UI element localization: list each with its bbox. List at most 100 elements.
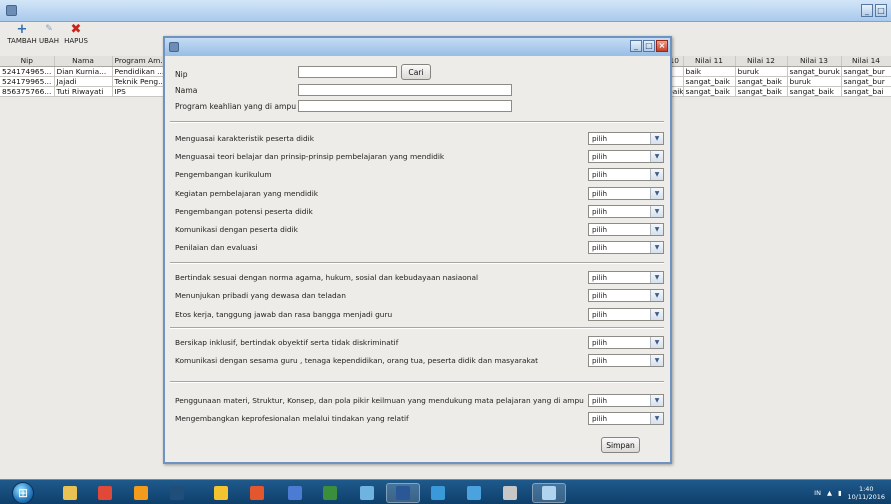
criteria-select[interactable]: pilih ▼ <box>588 132 664 145</box>
dialog-maximize-button[interactable]: □ <box>643 40 655 52</box>
clock[interactable]: 1:40 10/11/2016 <box>848 485 885 501</box>
nip-field[interactable] <box>298 66 397 78</box>
table-row[interactable]: baik buruk sangat_buruk sangat_bur <box>666 66 891 77</box>
criteria-select-value: pilih <box>592 310 608 319</box>
cari-button[interactable]: Cari <box>401 64 431 80</box>
col-header-program[interactable]: Program Am... <box>112 56 167 67</box>
taskbar-app-button[interactable] <box>457 483 491 503</box>
program-field[interactable] <box>298 100 512 112</box>
cell-nip[interactable]: 524179965... <box>0 76 55 87</box>
cell-nilai[interactable]: buruk <box>787 76 842 87</box>
dialog-title-bar[interactable]: _ □ × <box>165 38 670 56</box>
criteria-select[interactable]: pilih ▼ <box>588 187 664 200</box>
cell-nilai[interactable]: sangat_bur <box>841 66 891 77</box>
cell-nip[interactable]: 856375766... <box>0 86 55 97</box>
criteria-select-value: pilih <box>592 338 608 347</box>
table-row[interactable]: sangat_baik sangat_baik buruk sangat_bur <box>666 76 891 87</box>
tambah-button[interactable]: + TAMBAH <box>7 23 36 49</box>
criteria-select[interactable]: pilih ▼ <box>588 271 664 284</box>
taskbar-app-button[interactable] <box>204 483 238 503</box>
cell-nilai[interactable]: sangat_baik <box>683 86 736 97</box>
taskbar-app-button[interactable] <box>532 483 566 503</box>
criteria-select[interactable]: pilih ▼ <box>588 150 664 163</box>
table-row[interactable]: baik sangat_baik sangat_baik sangat_baik… <box>666 86 891 97</box>
network-icon[interactable]: ▮ <box>838 489 842 497</box>
criteria-select[interactable]: pilih ▼ <box>588 289 664 302</box>
dialog-minimize-button[interactable]: _ <box>630 40 642 52</box>
cell-nama[interactable]: Dian Kurnia... <box>54 66 113 77</box>
cell-nilai[interactable]: sangat_baik <box>735 76 788 87</box>
table-row[interactable]: 524174965... Dian Kurnia... Pendidikan .… <box>0 66 167 77</box>
cell-nama[interactable]: Tuti Riwayati <box>54 86 113 97</box>
chevron-down-icon[interactable]: ▼ <box>650 242 663 253</box>
col-header-nama[interactable]: Nama <box>54 56 113 67</box>
taskbar-app-button[interactable] <box>88 483 122 503</box>
taskbar-app-button[interactable] <box>350 483 384 503</box>
table-row[interactable]: 524179965... Jajadi Teknik Peng... <box>0 76 167 87</box>
chevron-down-icon[interactable]: ▼ <box>650 413 663 424</box>
taskbar-app-button[interactable] <box>421 483 455 503</box>
chevron-down-icon[interactable]: ▼ <box>650 395 663 406</box>
taskbar-app-button[interactable] <box>160 483 194 503</box>
start-button[interactable]: ⊞ <box>12 482 34 504</box>
tray-arrow-icon[interactable]: ▲ <box>827 489 832 497</box>
dialog-close-button[interactable]: × <box>656 40 668 52</box>
table-row[interactable]: 856375766... Tuti Riwayati IPS <box>0 86 167 97</box>
cell-program[interactable]: Pendidikan ... <box>112 66 167 77</box>
taskbar-app-button[interactable] <box>53 483 87 503</box>
chevron-down-icon[interactable]: ▼ <box>650 290 663 301</box>
cell-nama[interactable]: Jajadi <box>54 76 113 87</box>
language-indicator[interactable]: IN <box>814 489 821 497</box>
cell-nip[interactable]: 524174965... <box>0 66 55 77</box>
maximize-button[interactable]: □ <box>875 4 887 17</box>
cell-nilai[interactable]: sangat_buruk <box>787 66 842 77</box>
cell-program[interactable]: IPS <box>112 86 167 97</box>
chevron-down-icon[interactable]: ▼ <box>650 272 663 283</box>
chevron-down-icon[interactable]: ▼ <box>650 224 663 235</box>
ubah-button[interactable]: ✎ UBAH <box>38 23 60 49</box>
taskbar-app-button[interactable] <box>278 483 312 503</box>
cell-nilai[interactable]: sangat_bur <box>841 76 891 87</box>
criteria-select[interactable]: pilih ▼ <box>588 354 664 367</box>
nama-field[interactable] <box>298 84 512 96</box>
cell-nilai[interactable]: sangat_baik <box>735 86 788 97</box>
chevron-down-icon[interactable]: ▼ <box>650 206 663 217</box>
criteria-select[interactable]: pilih ▼ <box>588 223 664 236</box>
chevron-down-icon[interactable]: ▼ <box>650 151 663 162</box>
criteria-select[interactable]: pilih ▼ <box>588 412 664 425</box>
chevron-down-icon[interactable]: ▼ <box>650 337 663 348</box>
taskbar-app-button[interactable] <box>124 483 158 503</box>
nama-label: Nama <box>175 86 198 95</box>
criteria-label: Menguasai teori belajar dan prinsip-prin… <box>175 152 445 161</box>
chevron-down-icon[interactable]: ▼ <box>650 188 663 199</box>
chevron-down-icon[interactable]: ▼ <box>650 169 663 180</box>
col-header-nilai-11[interactable]: Nilai 11 <box>683 56 736 67</box>
cell-nilai[interactable]: sangat_bai <box>841 86 891 97</box>
cell-program[interactable]: Teknik Peng... <box>112 76 167 87</box>
taskbar-app-button[interactable] <box>240 483 274 503</box>
taskbar-app-button[interactable] <box>313 483 347 503</box>
criteria-select[interactable]: pilih ▼ <box>588 168 664 181</box>
cell-nilai[interactable]: sangat_baik <box>683 76 736 87</box>
criteria-select[interactable]: pilih ▼ <box>588 308 664 321</box>
taskbar-app-button[interactable] <box>493 483 527 503</box>
criteria-select[interactable]: pilih ▼ <box>588 394 664 407</box>
cell-nilai[interactable]: baik <box>683 66 736 77</box>
chevron-down-icon[interactable]: ▼ <box>650 309 663 320</box>
chevron-down-icon[interactable]: ▼ <box>650 133 663 144</box>
taskbar-app-icon <box>214 486 228 500</box>
col-header-nilai-13[interactable]: Nilai 13 <box>787 56 842 67</box>
criteria-select[interactable]: pilih ▼ <box>588 241 664 254</box>
minimize-button[interactable]: _ <box>861 4 873 17</box>
criteria-select[interactable]: pilih ▼ <box>588 336 664 349</box>
chevron-down-icon[interactable]: ▼ <box>650 355 663 366</box>
taskbar-app-button[interactable] <box>386 483 420 503</box>
col-header-nilai-12[interactable]: Nilai 12 <box>735 56 788 67</box>
hapus-button[interactable]: ✖ HAPUS <box>64 23 88 49</box>
cell-nilai[interactable]: sangat_baik <box>787 86 842 97</box>
criteria-select[interactable]: pilih ▼ <box>588 205 664 218</box>
cell-nilai[interactable]: buruk <box>735 66 788 77</box>
col-header-nip[interactable]: Nip <box>0 56 55 67</box>
col-header-nilai-14[interactable]: Nilai 14 <box>841 56 891 67</box>
simpan-button[interactable]: Simpan <box>601 437 640 453</box>
